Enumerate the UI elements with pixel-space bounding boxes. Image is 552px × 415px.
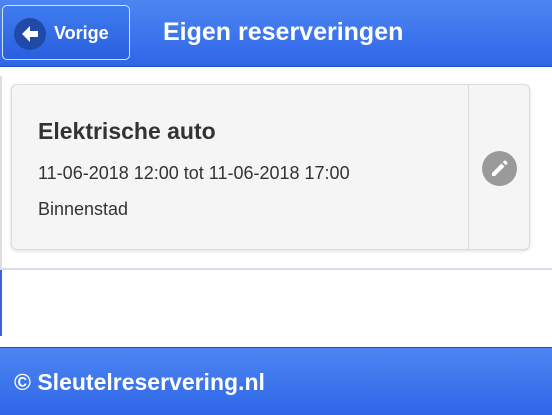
reservation-card: Elektrische auto 11-06-2018 12:00 tot 11… — [11, 84, 530, 250]
header-bar: Vorige Eigen reserveringen — [0, 0, 552, 67]
pencil-icon — [482, 151, 517, 186]
edit-reservation-button[interactable] — [469, 85, 529, 249]
reservation-location: Binnenstad — [38, 199, 129, 219]
content-left-border — [0, 270, 2, 336]
reservation-title: Elektrische auto — [38, 118, 216, 144]
page-title: Eigen reserveringen — [163, 18, 404, 46]
footer-copyright: © Sleutelreservering.nl — [14, 369, 265, 395]
reservation-details: Elektrische auto 11-06-2018 12:00 tot 11… — [12, 85, 468, 249]
footer-bar: © Sleutelreservering.nl — [0, 347, 552, 415]
back-button[interactable]: Vorige — [2, 5, 130, 60]
arrow-left-icon — [14, 18, 46, 50]
reservation-period: 11-06-2018 12:00 tot 11-06-2018 17:00 — [38, 163, 350, 183]
back-button-label: Vorige — [54, 23, 109, 43]
list-bottom-border — [0, 268, 552, 270]
list-left-border — [0, 76, 2, 270]
